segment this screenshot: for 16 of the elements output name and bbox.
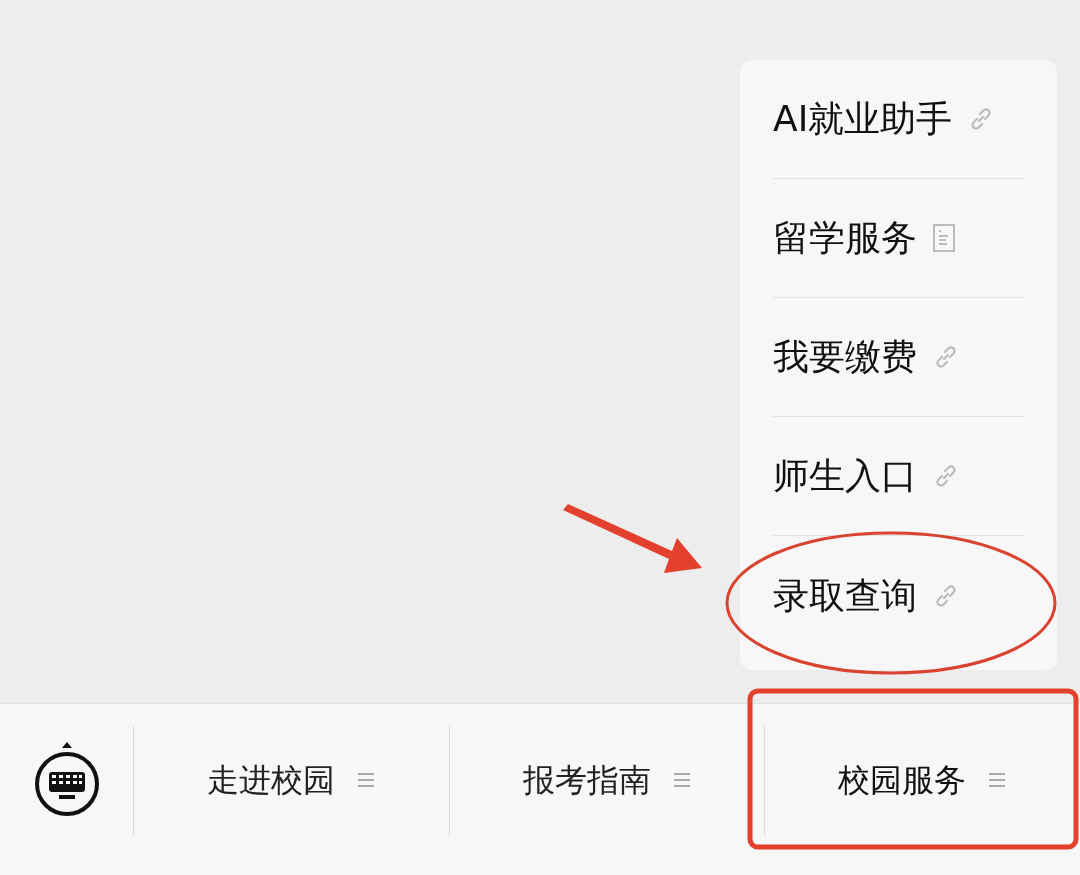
menu-item[interactable]: 我要缴费 [773,298,1024,417]
menu-item[interactable]: 师生入口 [773,417,1024,536]
document-icon [933,224,955,252]
menu-tab[interactable]: 走进校园 [206,755,375,804]
link-icon [933,463,959,489]
link-icon [933,344,959,370]
link-icon [933,582,959,609]
menu-item[interactable]: AI就业助手 [773,60,1024,179]
menu-item[interactable]: 留学服务 [773,179,1024,298]
menu-item[interactable]: 录取查询 [773,536,1024,655]
menu-tab[interactable]: 报考指南 [522,755,691,804]
menu-icon [988,770,1007,789]
menu-icon [356,770,375,789]
keyboard-icon[interactable] [33,741,100,818]
menu-icon [672,770,691,789]
menu-tab[interactable]: 校园服务 [838,755,1007,804]
